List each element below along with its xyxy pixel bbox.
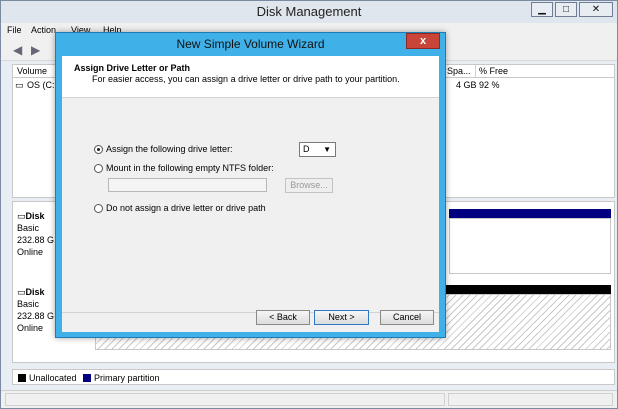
browse-button[interactable]: Browse... [285, 178, 333, 193]
menu-action[interactable]: Action [31, 25, 56, 35]
chevron-down-icon: ▼ [323, 145, 331, 154]
drive-letter-value: D [303, 144, 310, 154]
status-segment [5, 393, 445, 406]
column-free[interactable]: % Free [479, 66, 508, 76]
drive-letter-select[interactable]: D ▼ [299, 142, 336, 157]
forward-arrow-icon[interactable]: ▶ [31, 44, 45, 56]
wizard-body: Assign Drive Letter or Path For easier a… [62, 56, 439, 332]
back-arrow-icon[interactable]: ◀ [13, 44, 27, 56]
free-cell: 92 % [479, 80, 500, 90]
minimize-button[interactable]: ▁ [531, 2, 553, 17]
wizard-close-button[interactable]: x [406, 33, 440, 49]
column-volume[interactable]: Volume [17, 66, 47, 76]
next-button[interactable]: Next > [314, 310, 369, 325]
unallocated-swatch [18, 374, 26, 382]
title-bar: Disk Management ▁ □ ✕ [1, 1, 617, 23]
disk-name: Disk [25, 211, 45, 221]
disk-icon: ▭ [17, 287, 26, 297]
disk-icon: ▭ [17, 211, 26, 221]
wizard-subheading: For easier access, you can assign a driv… [92, 74, 400, 84]
legend-unallocated: Unallocated [29, 373, 77, 383]
maximize-button[interactable]: □ [555, 2, 577, 17]
option-no-letter-label[interactable]: Do not assign a drive letter or drive pa… [106, 203, 266, 213]
disk-name: Disk [25, 287, 45, 297]
folder-path-input[interactable] [108, 178, 267, 192]
menu-file[interactable]: File [7, 25, 22, 35]
back-button[interactable]: < Back [256, 310, 310, 325]
status-segment [448, 393, 613, 406]
drive-icon: ▭ [15, 80, 24, 90]
radio-no-letter[interactable] [94, 204, 103, 213]
status-bar [1, 390, 617, 408]
legend-primary: Primary partition [94, 373, 160, 383]
legend: Unallocated Primary partition [12, 369, 615, 385]
volume-cell: OS (C: [27, 80, 55, 90]
wizard-title: New Simple Volume Wizard [176, 37, 325, 51]
new-simple-volume-wizard: New Simple Volume Wizard x Assign Drive … [55, 32, 446, 338]
disk-0-partition-bar [449, 209, 611, 218]
column-separator [475, 65, 476, 77]
space-cell: 4 GB [456, 80, 477, 90]
window-title: Disk Management [256, 4, 362, 19]
close-button[interactable]: ✕ [579, 2, 613, 17]
radio-assign-letter[interactable] [94, 145, 103, 154]
disk-0-partition[interactable] [449, 218, 611, 274]
wizard-heading: Assign Drive Letter or Path [74, 63, 191, 73]
cancel-button[interactable]: Cancel [380, 310, 434, 325]
option-mount-folder-label[interactable]: Mount in the following empty NTFS folder… [106, 163, 274, 173]
wizard-header: Assign Drive Letter or Path For easier a… [62, 56, 439, 98]
primary-swatch [83, 374, 91, 382]
radio-mount-folder[interactable] [94, 164, 103, 173]
column-space[interactable]: Spa... [447, 66, 471, 76]
option-assign-letter-label[interactable]: Assign the following drive letter: [106, 144, 233, 154]
